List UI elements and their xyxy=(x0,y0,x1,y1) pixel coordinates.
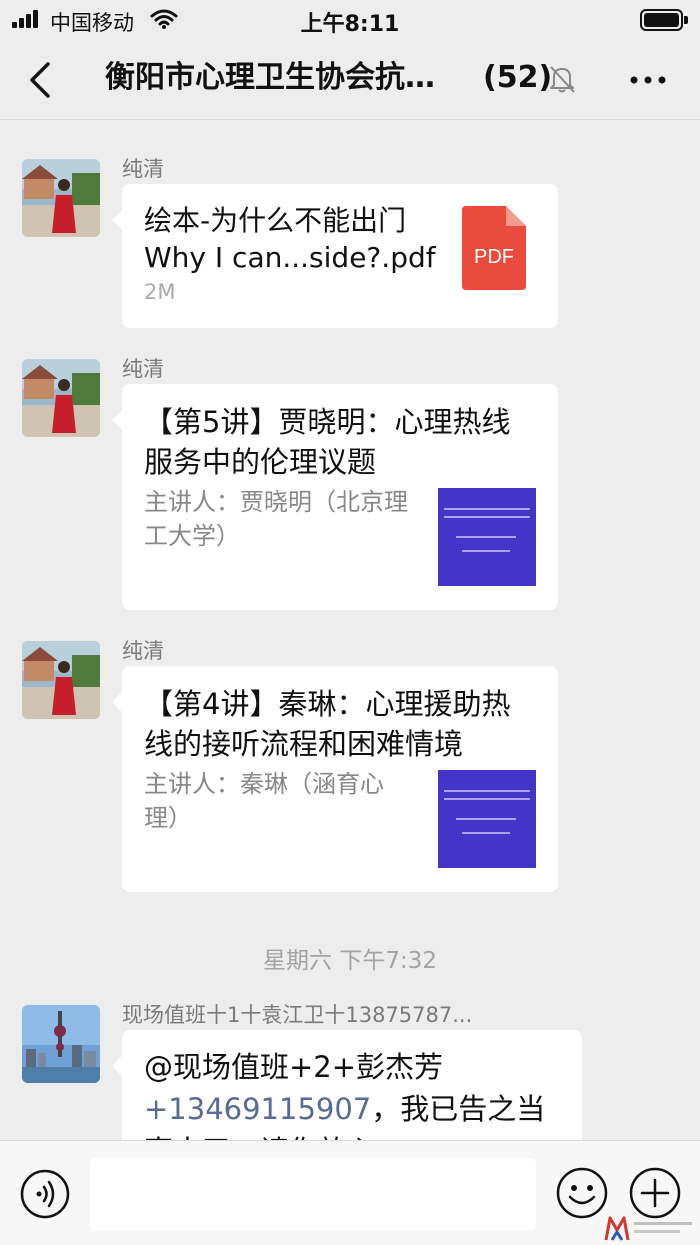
link-description: 主讲人：贾晓明（北京理工大学） xyxy=(144,488,408,550)
pdf-badge-label: PDF xyxy=(474,246,514,268)
sender-avatar[interactable] xyxy=(22,641,100,719)
message-input[interactable] xyxy=(90,1158,536,1230)
message-line: +13469115907，我已告之当 xyxy=(144,1088,564,1130)
plus-icon[interactable] xyxy=(629,1167,681,1219)
member-count: (52) xyxy=(483,60,553,95)
more-dots-icon[interactable] xyxy=(628,62,668,98)
watermark-logo xyxy=(604,1216,692,1241)
message-line-rest: ，我已告之当 xyxy=(371,1092,546,1126)
status-bar: 中国移动 上午8:11 xyxy=(0,0,700,40)
text-message-bubble[interactable]: @现场值班+2+彭杰芳 +13469115907，我已告之当 事人了，请你放心 xyxy=(112,1030,582,1140)
link-message-bubble[interactable]: 【第5讲】贾晓明：心理热线服务中的伦理议题 主讲人：贾晓明（北京理工大学） xyxy=(112,384,558,610)
link-message-bubble[interactable]: 【第4讲】秦琳：心理援助热线的接听流程和困难情境 主讲人：秦琳（涵育心理） xyxy=(112,666,558,892)
sender-avatar[interactable] xyxy=(22,359,100,437)
message-text: @现场值班+2+彭杰芳 +13469115907，我已告之当 事人了，请你放心 xyxy=(144,1046,564,1140)
chat-header: 衡阳市心理卫生协会抗… (52) xyxy=(0,40,700,120)
sender-avatar[interactable] xyxy=(22,1005,100,1083)
link-description: 主讲人：秦琳（涵育心理） xyxy=(144,770,384,832)
emoji-icon[interactable] xyxy=(556,1167,608,1219)
sender-name: 纯清 xyxy=(122,639,164,663)
link-title: 【第5讲】贾晓明：心理热线服务中的伦理议题 xyxy=(144,405,511,479)
sender-avatar[interactable] xyxy=(22,159,100,237)
chat-message-list[interactable]: 纯清 绘本-为什么不能出门 Why I can...side?.pdf 2M P… xyxy=(0,121,700,1140)
input-bar xyxy=(0,1140,700,1245)
mute-bell-icon xyxy=(550,66,575,93)
voice-icon[interactable] xyxy=(20,1169,70,1219)
message-line: @现场值班+2+彭杰芳 xyxy=(144,1050,444,1084)
file-name: 绘本-为什么不能出门 Why I can...side?.pdf xyxy=(144,204,436,274)
time-divider: 星期六 下午7:32 xyxy=(263,948,437,974)
phone-number-link[interactable]: +13469115907 xyxy=(144,1092,371,1126)
sender-name: 纯清 xyxy=(122,357,164,381)
file-size: 2M xyxy=(144,280,176,304)
link-thumbnail xyxy=(438,488,536,586)
file-message-bubble[interactable]: 绘本-为什么不能出门 Why I can...side?.pdf 2M PDF xyxy=(112,184,558,328)
sender-name: 纯清 xyxy=(122,157,164,181)
link-thumbnail xyxy=(438,770,536,868)
pdf-file-icon: PDF xyxy=(462,206,526,290)
chat-title[interactable]: 衡阳市心理卫生协会抗… xyxy=(105,58,465,98)
message-line: 事人了，请你放心 xyxy=(144,1130,564,1140)
sender-name: 现场值班十1十袁江卫十13875787... xyxy=(122,1003,473,1027)
battery-icon xyxy=(640,9,688,31)
link-title: 【第4讲】秦琳：心理援助热线的接听流程和困难情境 xyxy=(144,687,511,761)
status-time: 上午8:11 xyxy=(300,12,400,37)
back-chevron-icon[interactable] xyxy=(22,60,62,100)
